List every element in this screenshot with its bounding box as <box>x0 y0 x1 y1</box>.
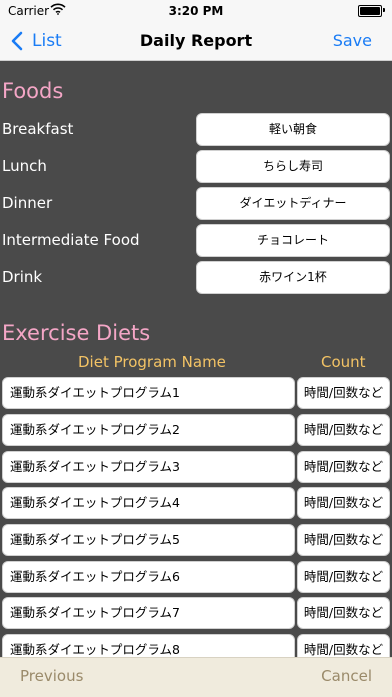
program-count-field[interactable]: 時間/回数など <box>297 634 390 657</box>
program-count-field[interactable]: 時間/回数など <box>297 524 390 556</box>
report-content[interactable]: Foods Breakfast 軽い朝食 Lunch ちらし寿司 Dinner … <box>0 61 392 657</box>
program-count-field[interactable]: 時間/回数など <box>297 561 390 593</box>
food-label: Breakfast <box>2 120 74 138</box>
diet-program-name-header: Diet Program Name <box>78 353 226 371</box>
program-name-field[interactable]: 運動系ダイエットプログラム8 <box>2 634 295 657</box>
food-row-breakfast: Breakfast 軽い朝食 <box>0 113 392 146</box>
program-name-field[interactable]: 運動系ダイエットプログラム7 <box>2 597 295 629</box>
exercise-row: 運動系ダイエットプログラム3 時間/回数など <box>0 451 392 483</box>
exercise-row: 運動系ダイエットプログラム2 時間/回数など <box>0 414 392 446</box>
foods-section-title: Foods <box>2 79 64 103</box>
program-count-field[interactable]: 時間/回数など <box>297 451 390 483</box>
program-count-field[interactable]: 時間/回数など <box>297 487 390 519</box>
lunch-field[interactable]: ちらし寿司 <box>196 150 390 183</box>
program-name-field[interactable]: 運動系ダイエットプログラム2 <box>2 414 295 446</box>
navigation-bar: List Daily Report Save <box>0 22 392 61</box>
save-button[interactable]: Save <box>333 31 372 50</box>
exercise-row: 運動系ダイエットプログラム4 時間/回数など <box>0 487 392 519</box>
drink-field[interactable]: 赤ワイン1杯 <box>196 261 390 294</box>
count-header: Count <box>321 353 366 371</box>
program-name-field[interactable]: 運動系ダイエットプログラム3 <box>2 451 295 483</box>
program-name-field[interactable]: 運動系ダイエットプログラム6 <box>2 561 295 593</box>
program-count-field[interactable]: 時間/回数など <box>297 414 390 446</box>
food-label: Dinner <box>2 194 53 212</box>
dinner-field[interactable]: ダイエットディナー <box>196 187 390 220</box>
food-row-drink: Drink 赤ワイン1杯 <box>0 261 392 294</box>
exercise-row: 運動系ダイエットプログラム7 時間/回数など <box>0 597 392 629</box>
exercise-row: 運動系ダイエットプログラム1 時間/回数など <box>0 377 392 409</box>
program-name-field[interactable]: 運動系ダイエットプログラム5 <box>2 524 295 556</box>
food-label: Intermediate Food <box>2 231 140 249</box>
program-count-field[interactable]: 時間/回数など <box>297 377 390 409</box>
exercise-row: 運動系ダイエットプログラム5 時間/回数など <box>0 524 392 556</box>
food-row-dinner: Dinner ダイエットディナー <box>0 187 392 220</box>
bottom-toolbar: Previous Cancel <box>0 657 392 697</box>
intermediate-food-field[interactable]: チョコレート <box>196 224 390 257</box>
status-bar: Carrier 3:20 PM <box>0 0 392 22</box>
breakfast-field[interactable]: 軽い朝食 <box>196 113 390 146</box>
food-row-lunch: Lunch ちらし寿司 <box>0 150 392 183</box>
program-count-field[interactable]: 時間/回数など <box>297 597 390 629</box>
battery-tip <box>383 8 385 12</box>
food-label: Lunch <box>2 157 47 175</box>
food-row-intermediate-food: Intermediate Food チョコレート <box>0 224 392 257</box>
exercise-row: 運動系ダイエットプログラム8 時間/回数など <box>0 634 392 657</box>
program-name-field[interactable]: 運動系ダイエットプログラム4 <box>2 487 295 519</box>
program-name-field[interactable]: 運動系ダイエットプログラム1 <box>2 377 295 409</box>
previous-button[interactable]: Previous <box>20 667 83 685</box>
food-label: Drink <box>2 268 43 286</box>
status-time: 3:20 PM <box>168 4 224 18</box>
battery-icon <box>358 5 382 17</box>
exercise-section-title: Exercise Diets <box>2 321 151 345</box>
cancel-button[interactable]: Cancel <box>321 667 372 685</box>
exercise-row: 運動系ダイエットプログラム6 時間/回数など <box>0 561 392 593</box>
